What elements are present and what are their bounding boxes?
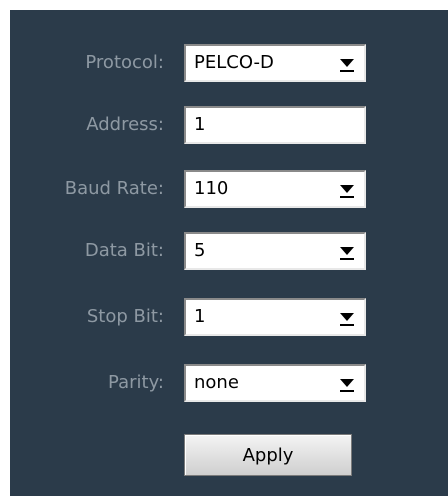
stop-bit-select[interactable]: 1: [184, 298, 366, 336]
address-input[interactable]: 1: [184, 106, 366, 144]
address-value: 1: [194, 114, 206, 135]
dropdown-arrow-icon[interactable]: [336, 52, 358, 74]
data-bit-select[interactable]: 5: [184, 232, 366, 270]
serial-settings-panel: Protocol: PELCO-D Address: 1 Baud Rate: …: [10, 10, 448, 496]
parity-select[interactable]: none: [184, 364, 366, 402]
data-bit-value: 5: [194, 240, 206, 261]
baud-rate-row: Baud Rate: 110: [10, 170, 448, 208]
dropdown-arrow-icon[interactable]: [336, 372, 358, 394]
dropdown-arrow-icon[interactable]: [336, 178, 358, 200]
dropdown-arrow-icon[interactable]: [336, 240, 358, 262]
protocol-value: PELCO-D: [194, 52, 274, 73]
parity-label: Parity:: [108, 372, 164, 393]
data-bit-row: Data Bit: 5: [10, 232, 448, 270]
protocol-row: Protocol: PELCO-D: [10, 44, 448, 82]
protocol-select[interactable]: PELCO-D: [184, 44, 366, 82]
stop-bit-value: 1: [194, 306, 206, 327]
address-label: Address:: [86, 114, 164, 135]
baud-rate-select[interactable]: 110: [184, 170, 366, 208]
dropdown-arrow-icon[interactable]: [336, 306, 358, 328]
stop-bit-label: Stop Bit:: [86, 306, 164, 327]
parity-value: none: [194, 372, 239, 393]
protocol-label: Protocol:: [85, 52, 164, 73]
address-row: Address: 1: [10, 106, 448, 144]
baud-rate-label: Baud Rate:: [64, 178, 164, 199]
stop-bit-row: Stop Bit: 1: [10, 298, 448, 336]
baud-rate-value: 110: [194, 178, 229, 199]
apply-button[interactable]: Apply: [184, 434, 352, 476]
data-bit-label: Data Bit:: [84, 240, 164, 261]
parity-row: Parity: none: [10, 364, 448, 402]
